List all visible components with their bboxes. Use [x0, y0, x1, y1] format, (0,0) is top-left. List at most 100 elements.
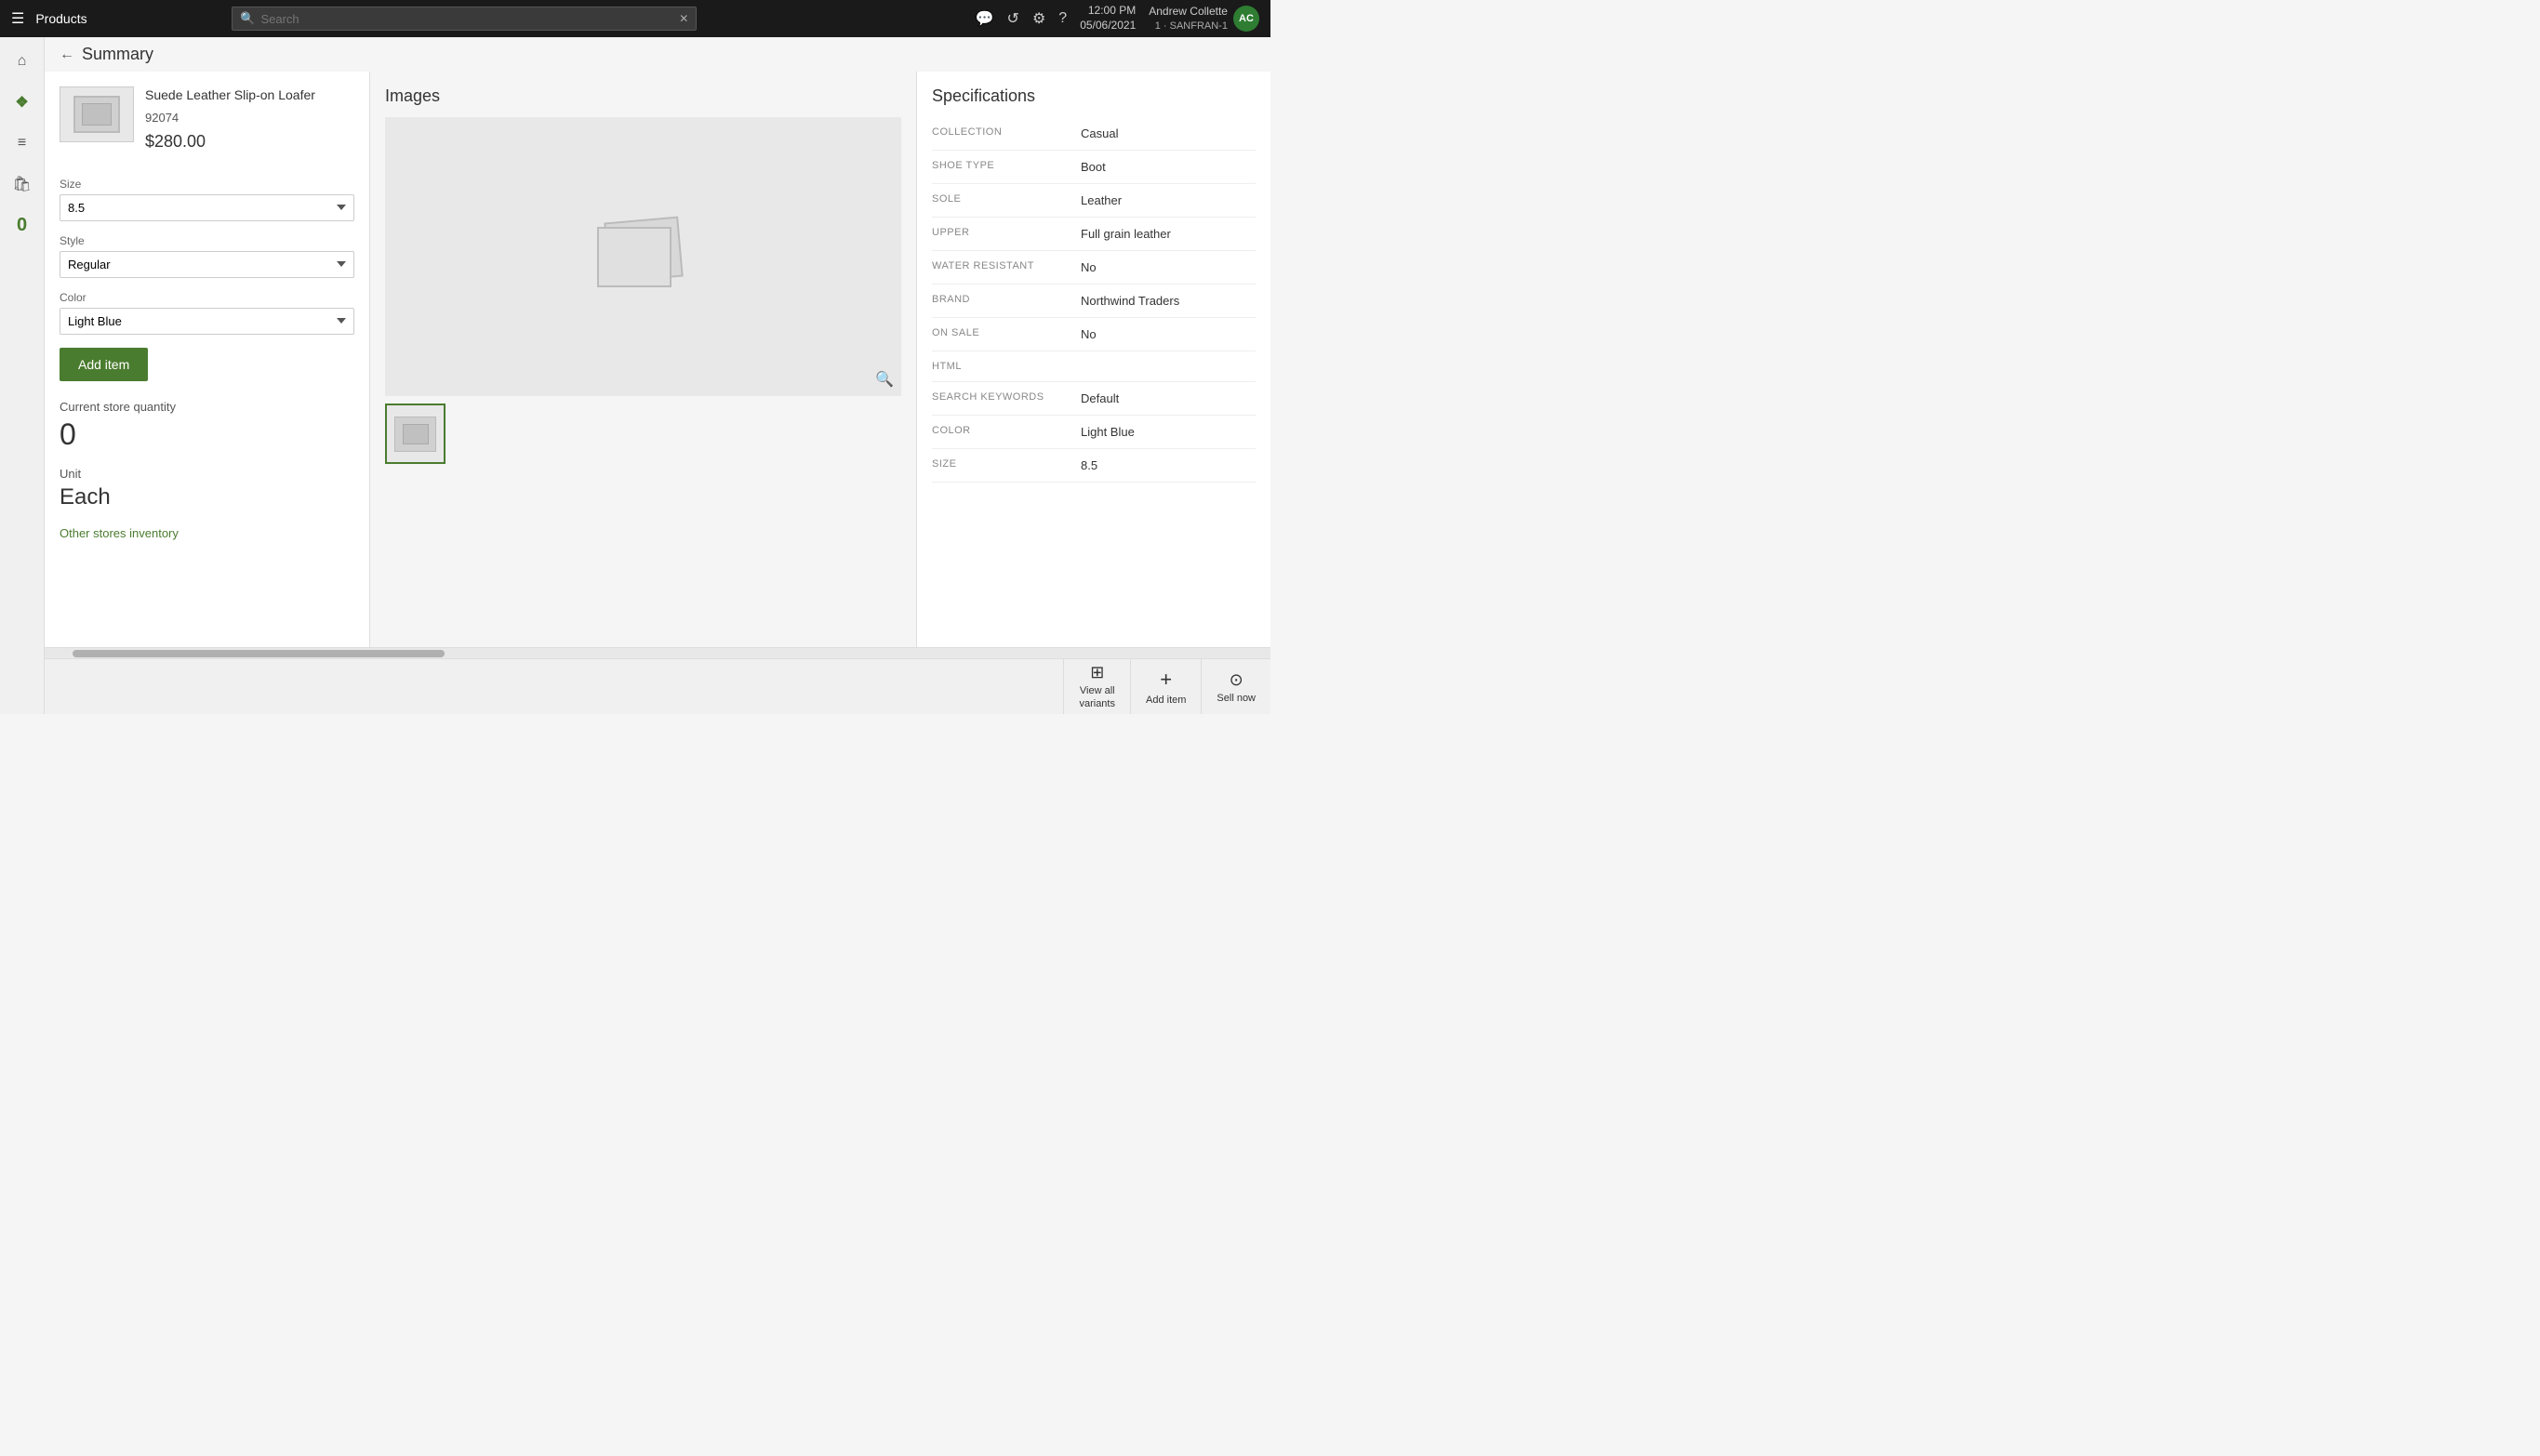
app-title: Products [35, 11, 86, 26]
current-qty-value: 0 [60, 417, 354, 452]
close-icon[interactable]: ✕ [679, 12, 688, 25]
page-header: ← Summary [45, 37, 1270, 72]
help-icon[interactable]: ? [1058, 10, 1067, 27]
product-image [73, 96, 120, 133]
spec-value: No [1081, 327, 1256, 341]
topbar-user: Andrew Collette 1 · SANFRAN-1 AC [1149, 5, 1259, 33]
specs-title: Specifications [932, 86, 1256, 106]
image-front [597, 227, 672, 287]
style-group: Style Regular Wide Narrow [60, 234, 354, 278]
main-image-stack [597, 219, 690, 294]
sidebar-item-home[interactable]: ⌂ [6, 45, 39, 78]
color-label: Color [60, 291, 354, 304]
hamburger-menu-icon[interactable]: ☰ [11, 9, 24, 28]
spec-value: 8.5 [1081, 458, 1256, 472]
spec-value: Casual [1081, 126, 1256, 140]
sell-now-label: Sell now [1217, 693, 1256, 704]
current-qty-label: Current store quantity [60, 400, 354, 414]
spec-key: UPPER [932, 227, 1081, 238]
search-icon: 🔍 [240, 11, 255, 26]
page-title: Summary [82, 45, 153, 64]
search-bar: 🔍 ✕ [232, 7, 697, 31]
topbar-right: 💬 ↺ ⚙ ? 12:00 PM 05/06/2021 Andrew Colle… [976, 4, 1259, 33]
spec-value: Northwind Traders [1081, 294, 1256, 308]
style-select[interactable]: Regular Wide Narrow [60, 251, 354, 278]
spec-key: ON SALE [932, 327, 1081, 338]
spec-key: SEARCH KEYWORDS [932, 391, 1081, 403]
avatar: AC [1233, 6, 1259, 32]
spec-row: SHOE TYPE Boot [932, 151, 1256, 184]
spec-value: Default [1081, 391, 1256, 405]
scrollbar-thumb[interactable] [73, 650, 445, 657]
zoom-icon[interactable]: 🔍 [875, 370, 894, 389]
spec-row: SIZE 8.5 [932, 449, 1256, 483]
thumb-icon [403, 424, 429, 444]
summary-column: Suede Leather Slip-on Loafer 92074 $280.… [45, 72, 370, 647]
product-info: Suede Leather Slip-on Loafer 92074 $280.… [145, 86, 315, 166]
specs-rows: COLLECTION Casual SHOE TYPE Boot SOLE Le… [932, 117, 1256, 483]
main-image-area: 🔍 [385, 117, 901, 396]
sell-now-button[interactable]: ⊙ Sell now [1201, 659, 1270, 714]
product-name: Suede Leather Slip-on Loafer [145, 86, 315, 105]
spec-row: HTML [932, 351, 1256, 382]
sell-now-icon: ⊙ [1230, 670, 1243, 690]
style-label: Style [60, 234, 354, 247]
sidebar-item-badge: 0 [6, 208, 39, 242]
plus-icon: + [1160, 668, 1172, 692]
color-select[interactable]: Light Blue Black Brown White [60, 308, 354, 335]
grid-icon: ⊞ [1090, 663, 1104, 682]
back-button[interactable]: ← [60, 46, 74, 63]
other-stores-link[interactable]: Other stores inventory [60, 526, 179, 540]
chat-icon[interactable]: 💬 [976, 9, 994, 28]
size-select[interactable]: 8.5 7 8 9 10 11 [60, 194, 354, 221]
add-item-bottom-label: Add item [1146, 695, 1186, 706]
spec-value: No [1081, 260, 1256, 274]
product-sku: 92074 [145, 111, 315, 125]
spec-key: SOLE [932, 193, 1081, 205]
unit-value: Each [60, 484, 354, 510]
spec-key: COLLECTION [932, 126, 1081, 138]
spec-value: Light Blue [1081, 425, 1256, 439]
spec-key: BRAND [932, 294, 1081, 305]
spec-key: SHOE TYPE [932, 160, 1081, 171]
images-column: Images 🔍 [370, 72, 917, 647]
view-all-variants-button[interactable]: ⊞ View allvariants [1063, 659, 1130, 714]
app-body: ⌂ ❖ ≡ 🛍 0 ← Summary Suede Le [0, 37, 1270, 714]
sidebar-item-cart[interactable]: 🛍 [6, 167, 39, 201]
specifications-column: Specifications COLLECTION Casual SHOE TY… [917, 72, 1270, 647]
content: ← Summary Suede Leather Slip-on Loafer 9… [45, 37, 1270, 714]
refresh-icon[interactable]: ↺ [1007, 9, 1019, 28]
size-label: Size [60, 178, 354, 191]
spec-value: Boot [1081, 160, 1256, 174]
spec-row: BRAND Northwind Traders [932, 285, 1256, 318]
product-thumbnail [60, 86, 134, 142]
topbar-icons: 💬 ↺ ⚙ ? [976, 9, 1068, 28]
sidebar-item-products[interactable]: ❖ [6, 86, 39, 119]
spec-row: SOLE Leather [932, 184, 1256, 218]
add-item-button[interactable]: Add item [60, 348, 148, 381]
spec-value: Leather [1081, 193, 1256, 207]
search-input[interactable] [260, 12, 673, 26]
bottom-bar: ⊞ View allvariants + Add item ⊙ Sell now [45, 658, 1270, 714]
main-content: Suede Leather Slip-on Loafer 92074 $280.… [45, 72, 1270, 647]
settings-icon[interactable]: ⚙ [1032, 9, 1045, 28]
spec-row: WATER RESISTANT No [932, 251, 1256, 285]
thumbnail-item[interactable] [385, 404, 445, 464]
product-price: $280.00 [145, 132, 315, 152]
sidebar-item-menu[interactable]: ≡ [6, 126, 39, 160]
topbar-datetime: 12:00 PM 05/06/2021 [1080, 4, 1136, 33]
spec-row: ON SALE No [932, 318, 1256, 351]
spec-key: WATER RESISTANT [932, 260, 1081, 271]
images-title: Images [385, 86, 901, 106]
unit-label: Unit [60, 467, 354, 481]
thumb-inner [394, 417, 436, 452]
topbar: ☰ Products 🔍 ✕ 💬 ↺ ⚙ ? 12:00 PM 05/06/20… [0, 0, 1270, 37]
thumbnail-row [385, 404, 901, 464]
spec-key: HTML [932, 361, 1081, 372]
scrollbar-area[interactable] [45, 647, 1270, 658]
view-all-variants-label: View allvariants [1079, 685, 1115, 709]
spec-row: UPPER Full grain leather [932, 218, 1256, 251]
spec-key: COLOR [932, 425, 1081, 436]
add-item-bottom-button[interactable]: + Add item [1130, 659, 1201, 714]
spec-row: COLOR Light Blue [932, 416, 1256, 449]
